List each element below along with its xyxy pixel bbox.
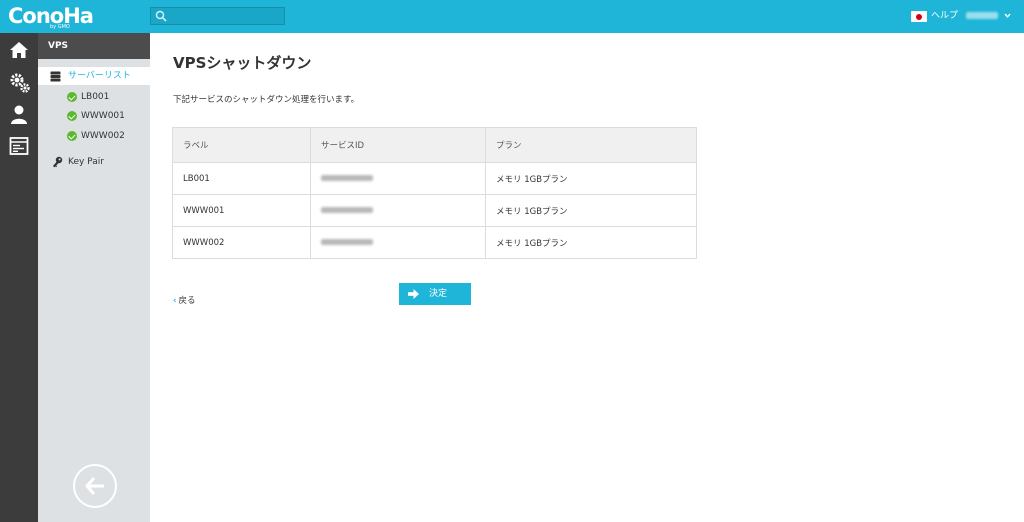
sidebar-item-label: サーバーリスト [68,71,131,81]
search-input[interactable] [169,8,283,24]
column-header-service-id: サービスID [310,127,486,163]
table-header-row: ラベル サービスID プラン [172,127,697,163]
back-link-label: 戻る [178,296,196,306]
user-name-redacted [966,12,998,19]
help-link[interactable]: ヘルプ [931,10,958,22]
console-icon [9,137,29,155]
sidebar-item-key-pair[interactable]: Key Pair [38,153,150,171]
rail-account[interactable] [0,98,38,130]
search-icon [155,10,167,22]
submit-button-label: 決定 [429,289,448,299]
check-circle-icon [67,92,77,102]
search-box[interactable] [150,7,285,25]
sidebar-item-label: WWW002 [81,131,125,141]
check-circle-icon [67,111,77,121]
column-header-label: ラベル [172,127,311,163]
cell-label: WWW002 [172,226,311,259]
submit-button[interactable]: 決定 [399,283,471,305]
cell-service-id [310,194,486,227]
sidebar-item-lb001[interactable]: LB001 [38,88,150,106]
gears-icon [10,73,30,93]
sidebar-item-label: Key Pair [68,157,104,167]
sidebar-item-label: WWW001 [81,111,125,121]
rail-console[interactable] [0,130,38,162]
server-icon [50,71,61,82]
arrow-left-icon [85,477,104,495]
cell-label: WWW001 [172,194,311,227]
page-title: VPSシャットダウン [173,54,312,72]
japan-flag-icon[interactable] [911,11,927,22]
logo-sub-text: by GMO [50,24,70,30]
rail-settings[interactable] [0,66,38,98]
user-icon [11,105,27,124]
top-bar: ConoHa by GMO ヘルプ [0,0,1024,33]
sidebar-item-label: LB001 [81,92,110,102]
cell-service-id [310,226,486,259]
page-description: 下記サービスのシャットダウン処理を行います。 [173,95,360,105]
column-header-plan: プラン [485,127,697,163]
rail-home[interactable] [0,34,38,66]
service-id-redacted [321,207,373,213]
check-circle-icon [67,131,77,141]
collapse-sidebar-button[interactable] [73,464,117,508]
chevron-left-icon: ‹ [173,296,177,306]
key-icon [53,156,63,168]
cell-label: LB001 [172,162,311,195]
sidebar-item-server-list[interactable]: サーバーリスト [38,67,150,85]
sidebar: VPS サーバーリスト LB001 WWW001 WWW002 Key Pair [38,33,150,522]
cell-plan: メモリ 1GBプラン [485,194,697,227]
table-row: WWW002 メモリ 1GBプラン [172,226,697,259]
user-menu[interactable] [966,10,1011,22]
server-table: ラベル サービスID プラン LB001 メモリ 1GBプラン WWW001 メ… [172,127,697,259]
chevron-down-icon [1004,13,1011,18]
service-id-redacted [321,239,373,245]
cell-plan: メモリ 1GBプラン [485,226,697,259]
sidebar-item-www002[interactable]: WWW002 [38,127,150,145]
sidebar-title: VPS [38,33,150,59]
icon-rail [0,33,38,522]
conoha-logo[interactable]: ConoHa by GMO [8,4,94,30]
table-row: LB001 メモリ 1GBプラン [172,162,697,195]
service-id-redacted [321,175,373,181]
arrow-right-icon [408,289,419,299]
cell-service-id [310,162,486,195]
back-link[interactable]: ‹ 戻る [173,295,196,307]
cell-plan: メモリ 1GBプラン [485,162,697,195]
table-row: WWW001 メモリ 1GBプラン [172,194,697,227]
home-icon [10,42,28,58]
sidebar-item-www001[interactable]: WWW001 [38,107,150,125]
